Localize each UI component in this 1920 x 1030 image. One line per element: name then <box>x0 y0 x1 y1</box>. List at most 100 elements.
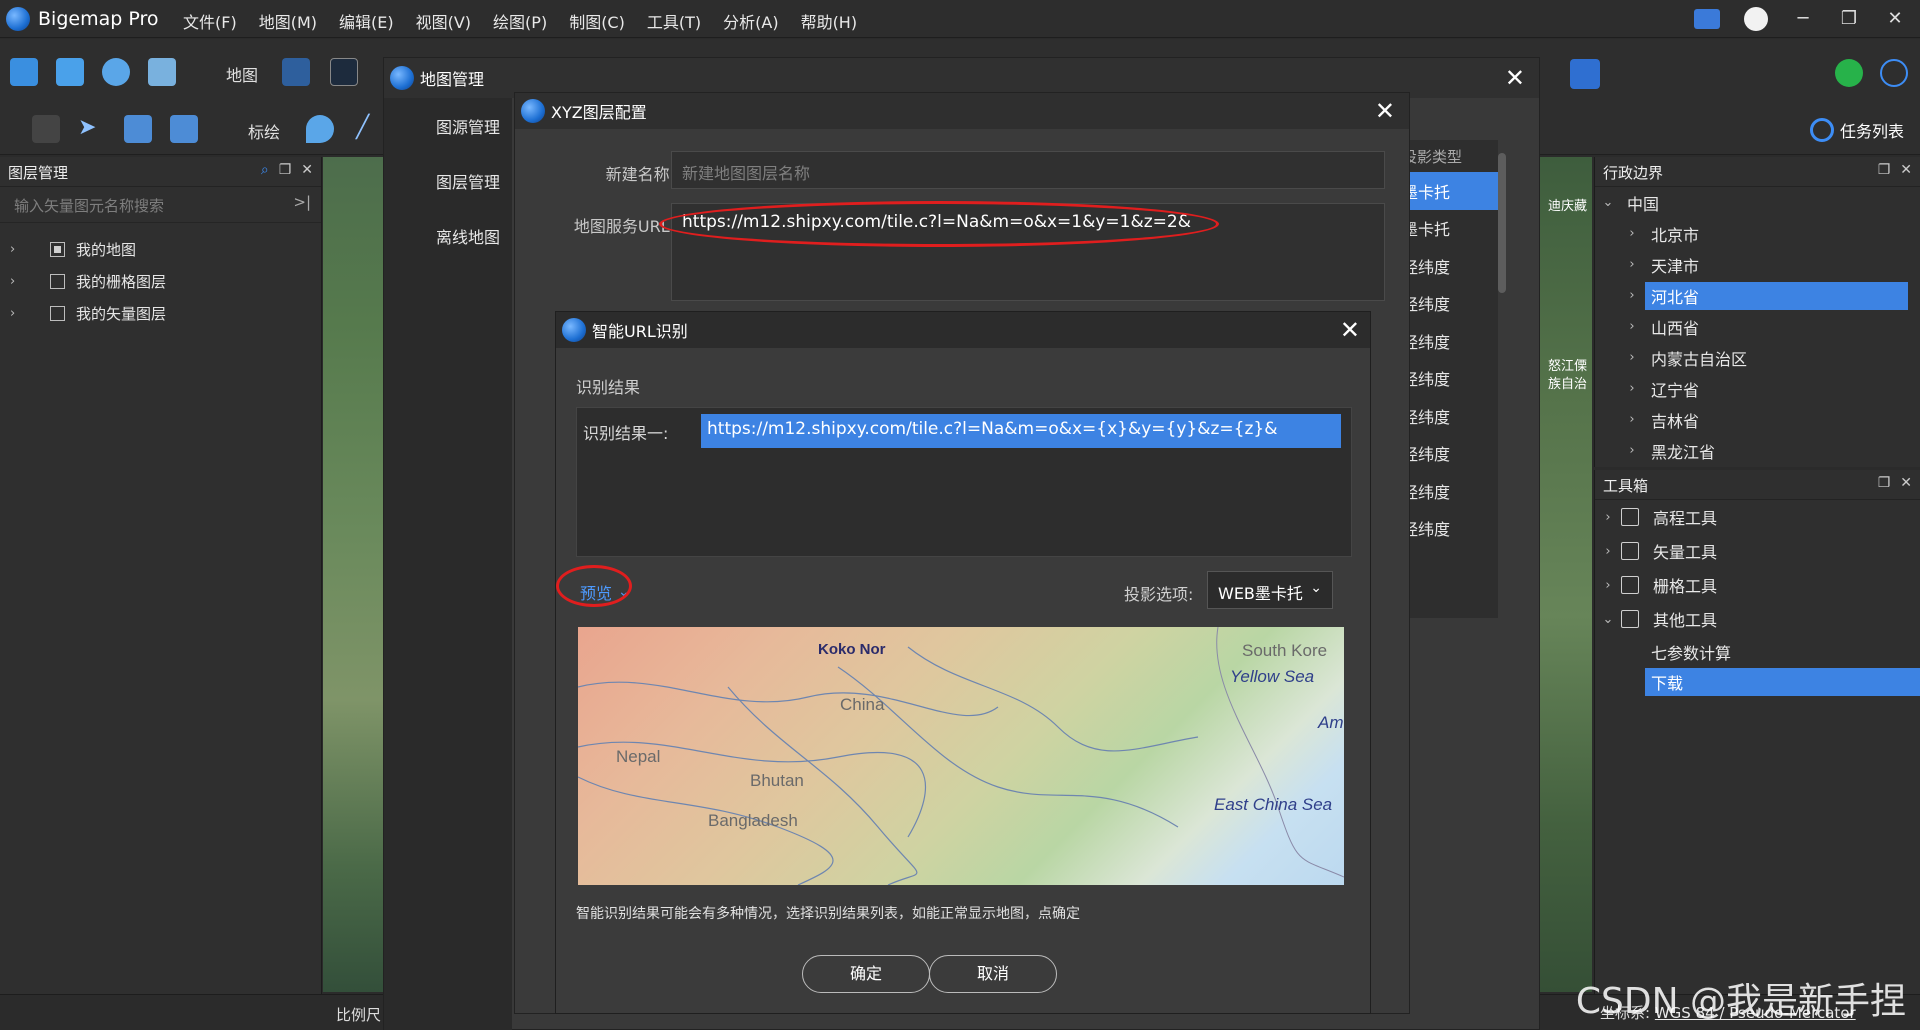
heart-icon[interactable] <box>1880 59 1908 87</box>
chevron-right-icon[interactable]: › <box>10 274 28 289</box>
layer-checkbox[interactable] <box>50 305 65 321</box>
nav-layer-manage[interactable]: 图层管理 <box>384 153 512 208</box>
chevron-right-icon[interactable]: › <box>1619 288 1645 303</box>
map-manager-close-icon[interactable]: ✕ <box>1505 64 1525 92</box>
menu-view[interactable]: 视图(V) <box>405 9 482 33</box>
projection-list-item[interactable]: 经纬度 <box>1402 360 1498 398</box>
pan-hand-icon[interactable] <box>32 115 60 143</box>
projection-list-item[interactable]: 经纬度 <box>1402 472 1498 510</box>
message-icon[interactable] <box>1694 9 1720 29</box>
nav-offline-map[interactable]: 离线地图 <box>384 208 512 263</box>
smart-url-close-icon[interactable]: ✕ <box>1340 316 1360 344</box>
zoom-rect-icon[interactable] <box>124 115 152 143</box>
close-window-button[interactable]: ✕ <box>1884 8 1906 30</box>
xyz-dialog-close-icon[interactable]: ✕ <box>1375 97 1395 125</box>
chevron-right-icon[interactable]: › <box>10 306 28 321</box>
menu-draw[interactable]: 绘图(P) <box>482 9 558 33</box>
task-list-button[interactable]: 任务列表 <box>1809 118 1904 142</box>
toolbox-seven-params[interactable]: 七参数计算 <box>1595 636 1920 668</box>
admin-item-tianjin[interactable]: › 天津市 <box>1595 249 1920 280</box>
polygon-select-icon[interactable] <box>170 115 198 143</box>
layer-checkbox[interactable] <box>50 273 65 289</box>
projection-list-item[interactable]: 经纬度 <box>1402 285 1498 323</box>
collapse-arrow-icon[interactable]: >| <box>293 193 311 211</box>
toolbox-vector[interactable]: › 矢量工具 <box>1595 534 1920 568</box>
close-icon[interactable]: ✕ <box>1900 475 1912 491</box>
result-url-item[interactable]: https://m12.shipxy.com/tile.c?l=Na&m=o&x… <box>701 414 1341 448</box>
wechat-icon[interactable] <box>1835 59 1863 87</box>
toolbox-elevation[interactable]: › 高程工具 <box>1595 500 1920 534</box>
layer-tree-item-my-map[interactable]: › 我的地图 <box>0 233 321 265</box>
admin-item-heilongjiang[interactable]: › 黑龙江省 <box>1595 435 1920 466</box>
projection-list-item[interactable]: 经纬度 <box>1402 247 1498 285</box>
dark-map-icon[interactable] <box>330 58 358 86</box>
menu-tools[interactable]: 工具(T) <box>636 9 712 33</box>
vector-search-input[interactable]: 输入矢量图元名称搜索 >| <box>0 187 321 223</box>
chevron-right-icon[interactable]: › <box>1619 412 1645 427</box>
chevron-right-icon[interactable]: › <box>1619 381 1645 396</box>
chevron-right-icon[interactable]: › <box>1619 350 1645 365</box>
chevron-right-icon[interactable]: › <box>1619 257 1645 272</box>
map-view-right[interactable]: 迪庆藏 怒江傈 族自治 <box>1540 157 1592 992</box>
menu-map[interactable]: 地图(M) <box>248 9 328 33</box>
projection-list-item[interactable]: 经纬度 <box>1402 397 1498 435</box>
admin-item-jilin[interactable]: › 吉林省 <box>1595 404 1920 435</box>
projection-list-item[interactable]: 墨卡托 <box>1402 172 1498 210</box>
toolbox-other[interactable]: ⌄ 其他工具 <box>1595 602 1920 636</box>
projection-list-item[interactable]: 墨卡托 <box>1402 210 1498 248</box>
select-arrow-icon[interactable]: ➤ <box>78 115 106 143</box>
toolbox-download[interactable]: 下载 <box>1595 668 1920 696</box>
list-scrollbar[interactable] <box>1498 153 1506 293</box>
projection-select[interactable]: WEB墨卡托 ⌄ <box>1207 571 1333 609</box>
menu-file[interactable]: 文件(F) <box>172 9 248 33</box>
settings-gear-icon[interactable] <box>102 58 130 86</box>
chevron-right-icon[interactable]: › <box>10 242 28 257</box>
layer-tree-item-raster[interactable]: › 我的栅格图层 <box>0 265 321 297</box>
layer-tree-item-vector[interactable]: › 我的矢量图层 <box>0 297 321 329</box>
search-icon[interactable]: ⌕ <box>261 162 269 178</box>
preview-map[interactable]: Koko Nor China Nepal Bhutan Bangladesh S… <box>578 627 1344 885</box>
chevron-right-icon[interactable]: › <box>1619 226 1645 241</box>
minimize-button[interactable]: ─ <box>1792 8 1814 30</box>
chevron-down-icon[interactable]: ⌄ <box>1595 195 1621 210</box>
projection-list-item[interactable]: 经纬度 <box>1402 435 1498 473</box>
map-toolbar-label[interactable]: 地图 <box>226 62 258 86</box>
admin-item-liaoning[interactable]: › 辽宁省 <box>1595 373 1920 404</box>
menu-analysis[interactable]: 分析(A) <box>712 9 789 33</box>
projection-list-item[interactable]: 经纬度 <box>1402 510 1498 548</box>
confirm-button[interactable]: 确定 <box>802 955 930 993</box>
line-tool-icon[interactable]: ╱ <box>356 115 384 143</box>
float-window-icon[interactable]: ❐ <box>1878 475 1891 491</box>
menu-cartography[interactable]: 制图(C) <box>558 9 636 33</box>
admin-item-hebei[interactable]: › 河北省 <box>1595 280 1920 311</box>
restore-button[interactable]: ❐ <box>1838 8 1860 30</box>
marker-pin-icon[interactable] <box>306 115 334 143</box>
float-window-icon[interactable]: ❐ <box>279 162 292 178</box>
save-icon[interactable] <box>56 58 84 86</box>
admin-item-shanxi[interactable]: › 山西省 <box>1595 311 1920 342</box>
nav-source-manage[interactable]: 图源管理 <box>384 98 512 153</box>
draw-label[interactable]: 标绘 <box>248 119 280 143</box>
image-icon[interactable] <box>148 58 176 86</box>
chevron-right-icon[interactable]: › <box>1595 578 1621 593</box>
close-icon[interactable]: ✕ <box>1900 162 1912 178</box>
chevron-down-icon[interactable]: ⌄ <box>1595 612 1621 627</box>
admin-item-inner-mongolia[interactable]: › 内蒙古自治区 <box>1595 342 1920 373</box>
user-avatar-icon[interactable] <box>1744 7 1768 31</box>
cancel-button[interactable]: 取消 <box>929 955 1057 993</box>
open-folder-icon[interactable] <box>10 58 38 86</box>
menu-edit[interactable]: 编辑(E) <box>328 9 405 33</box>
chevron-right-icon[interactable]: › <box>1595 510 1621 525</box>
chevron-right-icon[interactable]: › <box>1595 544 1621 559</box>
chevron-right-icon[interactable]: › <box>1619 319 1645 334</box>
layer-checkbox[interactable] <box>50 241 65 257</box>
menu-help[interactable]: 帮助(H) <box>790 9 869 33</box>
projection-list-item[interactable]: 经纬度 <box>1402 322 1498 360</box>
satellite-map-icon[interactable] <box>282 58 310 86</box>
new-name-input[interactable]: 新建地图图层名称 <box>671 151 1385 189</box>
toolbox-raster[interactable]: › 栅格工具 <box>1595 568 1920 602</box>
close-icon[interactable]: ✕ <box>301 162 313 178</box>
admin-root-china[interactable]: ⌄ 中国 <box>1595 187 1920 218</box>
chevron-right-icon[interactable]: › <box>1619 443 1645 458</box>
float-window-icon[interactable]: ❐ <box>1878 162 1891 178</box>
